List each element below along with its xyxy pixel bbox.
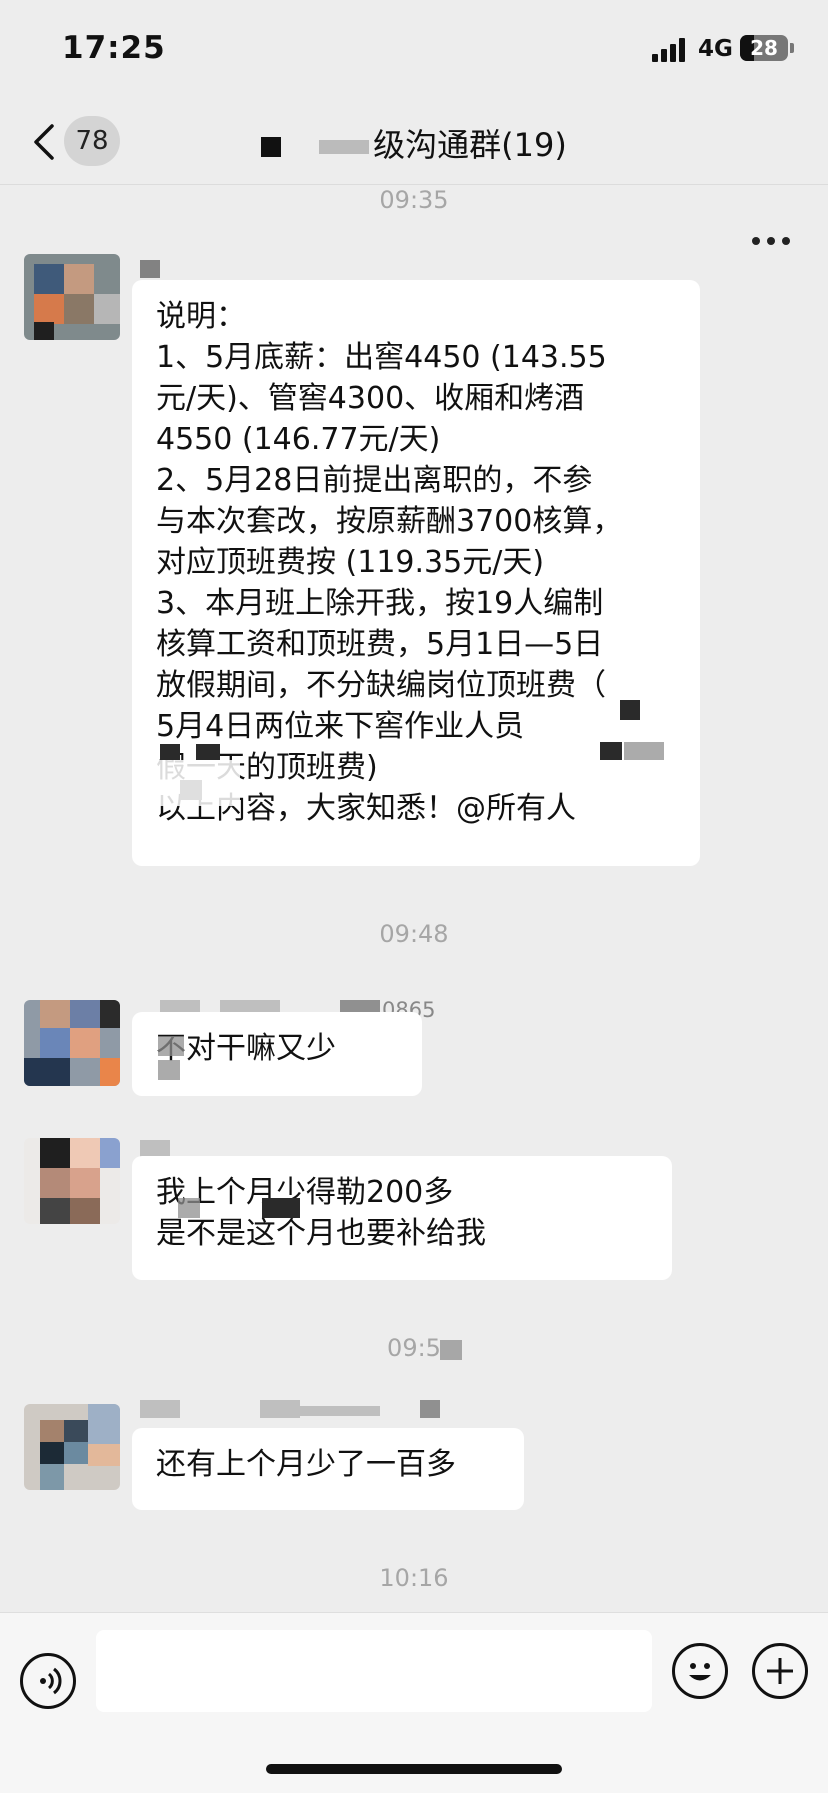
redaction-mosaic xyxy=(262,1198,300,1218)
chat-title-text: 级沟通群(19) xyxy=(373,126,567,164)
status-time: 17:25 xyxy=(62,30,166,66)
sender-name-redacted xyxy=(140,1400,460,1420)
signal-icon xyxy=(652,38,690,62)
chat-title: 级沟通群(19) xyxy=(0,120,828,166)
message-timestamp: 09:48 xyxy=(379,920,449,948)
message-bubble[interactable]: 我上个月少得勒200多 是不是这个月也要补给我 xyxy=(132,1156,672,1280)
network-type: 4G xyxy=(698,36,733,62)
redaction-mosaic xyxy=(319,140,370,154)
avatar[interactable] xyxy=(24,1138,120,1224)
message-timestamp: 09:35 xyxy=(379,186,449,214)
redaction-mosaic xyxy=(140,760,240,806)
message-timestamp: 09:5 xyxy=(387,1334,441,1362)
status-bar: 17:25 4G 28 xyxy=(0,0,828,100)
voice-icon[interactable] xyxy=(20,1653,76,1709)
redaction-mosaic xyxy=(620,700,640,720)
emoji-icon[interactable] xyxy=(672,1643,728,1699)
message-text: 说明： 1、5月底薪：出窖4450 (143.55 元/天)、管窖4300、收厢… xyxy=(156,299,623,826)
plus-icon[interactable] xyxy=(752,1643,808,1699)
message-text: 还有上个月少了一百多 xyxy=(156,1447,456,1482)
battery-level: 28 xyxy=(750,36,778,60)
redaction-mosaic xyxy=(624,742,664,760)
redaction-mosaic xyxy=(158,1036,184,1056)
redaction-mosaic xyxy=(440,1340,462,1360)
battery-icon: 28 xyxy=(740,35,788,61)
battery-tip xyxy=(790,43,794,53)
avatar[interactable] xyxy=(24,1000,120,1086)
avatar[interactable] xyxy=(24,1404,120,1490)
redaction-mosaic xyxy=(160,744,180,760)
message-text: 我上个月少得勒200多 是不是这个月也要补给我 xyxy=(156,1175,486,1251)
more-dots-icon[interactable] xyxy=(752,237,792,247)
redaction-mosaic xyxy=(196,744,220,760)
redaction-mosaic xyxy=(158,1060,180,1080)
redaction-mosaic xyxy=(178,1198,200,1218)
avatar[interactable] xyxy=(24,254,120,340)
message-timestamp: 10:16 xyxy=(379,1564,449,1592)
message-input[interactable] xyxy=(96,1630,652,1712)
message-text: 不对干嘛又少 xyxy=(156,1031,336,1066)
home-indicator[interactable] xyxy=(266,1764,562,1774)
redaction-mosaic xyxy=(261,137,282,157)
sender-name-redacted xyxy=(140,260,200,280)
message-bubble[interactable]: 还有上个月少了一百多 xyxy=(132,1428,524,1510)
redaction-mosaic xyxy=(600,742,622,760)
